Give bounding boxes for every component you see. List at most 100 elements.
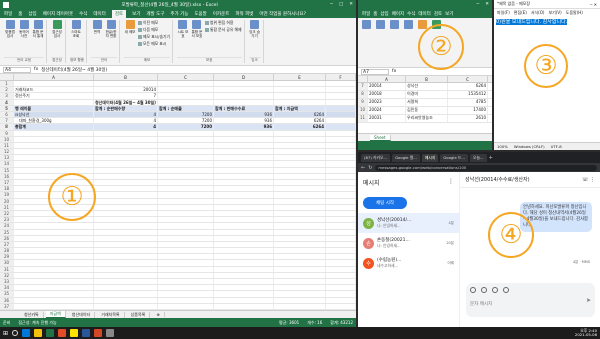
url-bar[interactable]: messages.google.com/web/conversations/10… [375, 164, 597, 171]
row-header[interactable]: 17 [0, 180, 14, 186]
table-cell[interactable] [326, 81, 356, 87]
table-cell[interactable]: 7 [94, 93, 158, 99]
table-cell[interactable] [94, 229, 158, 235]
browser-tab[interactable]: (87) 카카오... [361, 153, 391, 162]
table-cell[interactable] [158, 285, 214, 291]
table-cell[interactable] [326, 167, 356, 173]
table-cell[interactable] [326, 155, 356, 161]
row-header[interactable]: 2 [0, 87, 14, 93]
table-cell[interactable]: 936 [214, 111, 274, 118]
table-cell[interactable] [326, 124, 356, 130]
row-header[interactable]: 20 [0, 198, 14, 204]
table-cell[interactable] [326, 118, 356, 124]
row-header[interactable]: 11 [358, 115, 368, 122]
table-cell[interactable] [214, 235, 274, 241]
table-cell[interactable]: 20023 [368, 99, 406, 106]
table-cell[interactable] [14, 167, 94, 173]
table-cell[interactable] [14, 81, 94, 87]
table-cell[interactable]: 합계 : 지급액 [274, 105, 326, 111]
table-cell[interactable] [214, 266, 274, 272]
close-icon[interactable]: ✕ [485, 2, 489, 7]
row-header[interactable]: 25 [0, 229, 14, 235]
table-cell[interactable] [326, 99, 356, 105]
row-header[interactable]: 29 [0, 254, 14, 260]
row-header[interactable]: 1 [0, 81, 14, 87]
table-cell[interactable] [214, 229, 274, 235]
menu-powerpivot[interactable]: 파워 피벗 [235, 11, 253, 17]
table-cell[interactable] [326, 272, 356, 278]
menu-item[interactable]: 페이지 [392, 11, 404, 17]
chrome-taskbar-icon[interactable] [58, 329, 67, 337]
translate-button[interactable]: 번역 [91, 20, 103, 57]
thesaurus-button[interactable]: 동의어 사전 [18, 20, 30, 57]
table-cell[interactable] [274, 229, 326, 235]
table-cell[interactable] [158, 210, 214, 217]
table-cell[interactable] [274, 130, 326, 136]
menu-addins[interactable]: 추가 기능 [170, 11, 188, 17]
menu-view[interactable]: 보기(V) [548, 10, 561, 16]
row-header[interactable]: 26 [0, 235, 14, 241]
table-cell[interactable] [214, 204, 274, 210]
sheet-tab[interactable]: 청산카톡 [20, 311, 44, 318]
table-cell[interactable] [214, 93, 274, 99]
table-cell[interactable]: ⊟성낙선 [14, 111, 94, 118]
row-header[interactable]: 34 [0, 285, 14, 291]
menu-file[interactable]: 파일(F) [497, 10, 510, 16]
table-cell[interactable] [94, 155, 158, 161]
phone-icon[interactable]: ☏ [582, 177, 588, 183]
next-comment-button[interactable]: 다음 메모 [138, 27, 170, 33]
row-header[interactable]: 18 [0, 186, 14, 192]
table-cell[interactable] [326, 260, 356, 266]
row-header[interactable]: 13 [0, 155, 14, 161]
table-cell[interactable] [326, 285, 356, 291]
table-cell[interactable] [326, 303, 356, 309]
table-cell[interactable] [214, 285, 274, 291]
table-cell[interactable] [326, 130, 356, 136]
table-cell[interactable] [94, 279, 158, 285]
table-cell[interactable] [158, 81, 214, 87]
paste-button[interactable] [360, 20, 372, 65]
table-cell[interactable] [158, 161, 214, 167]
table-cell[interactable] [94, 167, 158, 173]
row-header[interactable]: 30 [0, 260, 14, 266]
table-cell[interactable] [94, 198, 158, 204]
menu-ecount[interactable]: 이카운트 [213, 11, 230, 17]
table-cell[interactable] [94, 173, 158, 179]
row-header[interactable]: 5 [0, 105, 14, 111]
number-button[interactable] [402, 20, 414, 65]
word-icon[interactable] [82, 329, 91, 337]
table-cell[interactable] [14, 285, 94, 291]
table-cell[interactable] [158, 167, 214, 173]
table-cell[interactable] [274, 87, 326, 93]
table-cell[interactable]: 합계 : 판매수수료 [214, 105, 274, 111]
table-cell[interactable] [274, 210, 326, 217]
table-cell[interactable] [326, 142, 356, 149]
table-cell[interactable]: 20024 [368, 107, 406, 114]
spelling-button[interactable]: 맞춤법 검사 [4, 20, 16, 57]
table-cell[interactable]: 행 레이블 [14, 105, 94, 111]
row-header[interactable]: 9 [358, 99, 368, 106]
table-cell[interactable] [14, 266, 94, 272]
menu-data[interactable]: 데이터 [93, 11, 105, 17]
table-cell[interactable] [214, 279, 274, 285]
table-cell[interactable] [158, 142, 214, 149]
allow-edit-ranges-button[interactable]: 범위 편집 허용 [205, 20, 242, 26]
table-cell[interactable] [158, 155, 214, 161]
table-cell[interactable]: 17400 [448, 107, 488, 114]
table-cell[interactable] [158, 136, 214, 142]
menu-item[interactable]: 홈 [373, 11, 377, 17]
table-cell[interactable]: 1535412 [448, 91, 488, 98]
table-cell[interactable]: 2610 [448, 115, 488, 122]
table-cell[interactable] [274, 136, 326, 142]
table-cell[interactable] [158, 272, 214, 278]
row-header[interactable]: 9 [0, 130, 14, 136]
table-cell[interactable] [214, 81, 274, 87]
gif-icon[interactable] [481, 287, 487, 293]
table-cell[interactable] [14, 303, 94, 309]
maximize-icon[interactable]: □ [339, 2, 343, 7]
table-cell[interactable]: 20031 [368, 115, 406, 122]
row-header[interactable]: 10 [358, 107, 368, 114]
workbook-stats-button[interactable]: 통합 문서 통계 [32, 20, 44, 57]
row-header[interactable]: 16 [0, 173, 14, 179]
table-cell[interactable]: 6264 [274, 124, 326, 130]
